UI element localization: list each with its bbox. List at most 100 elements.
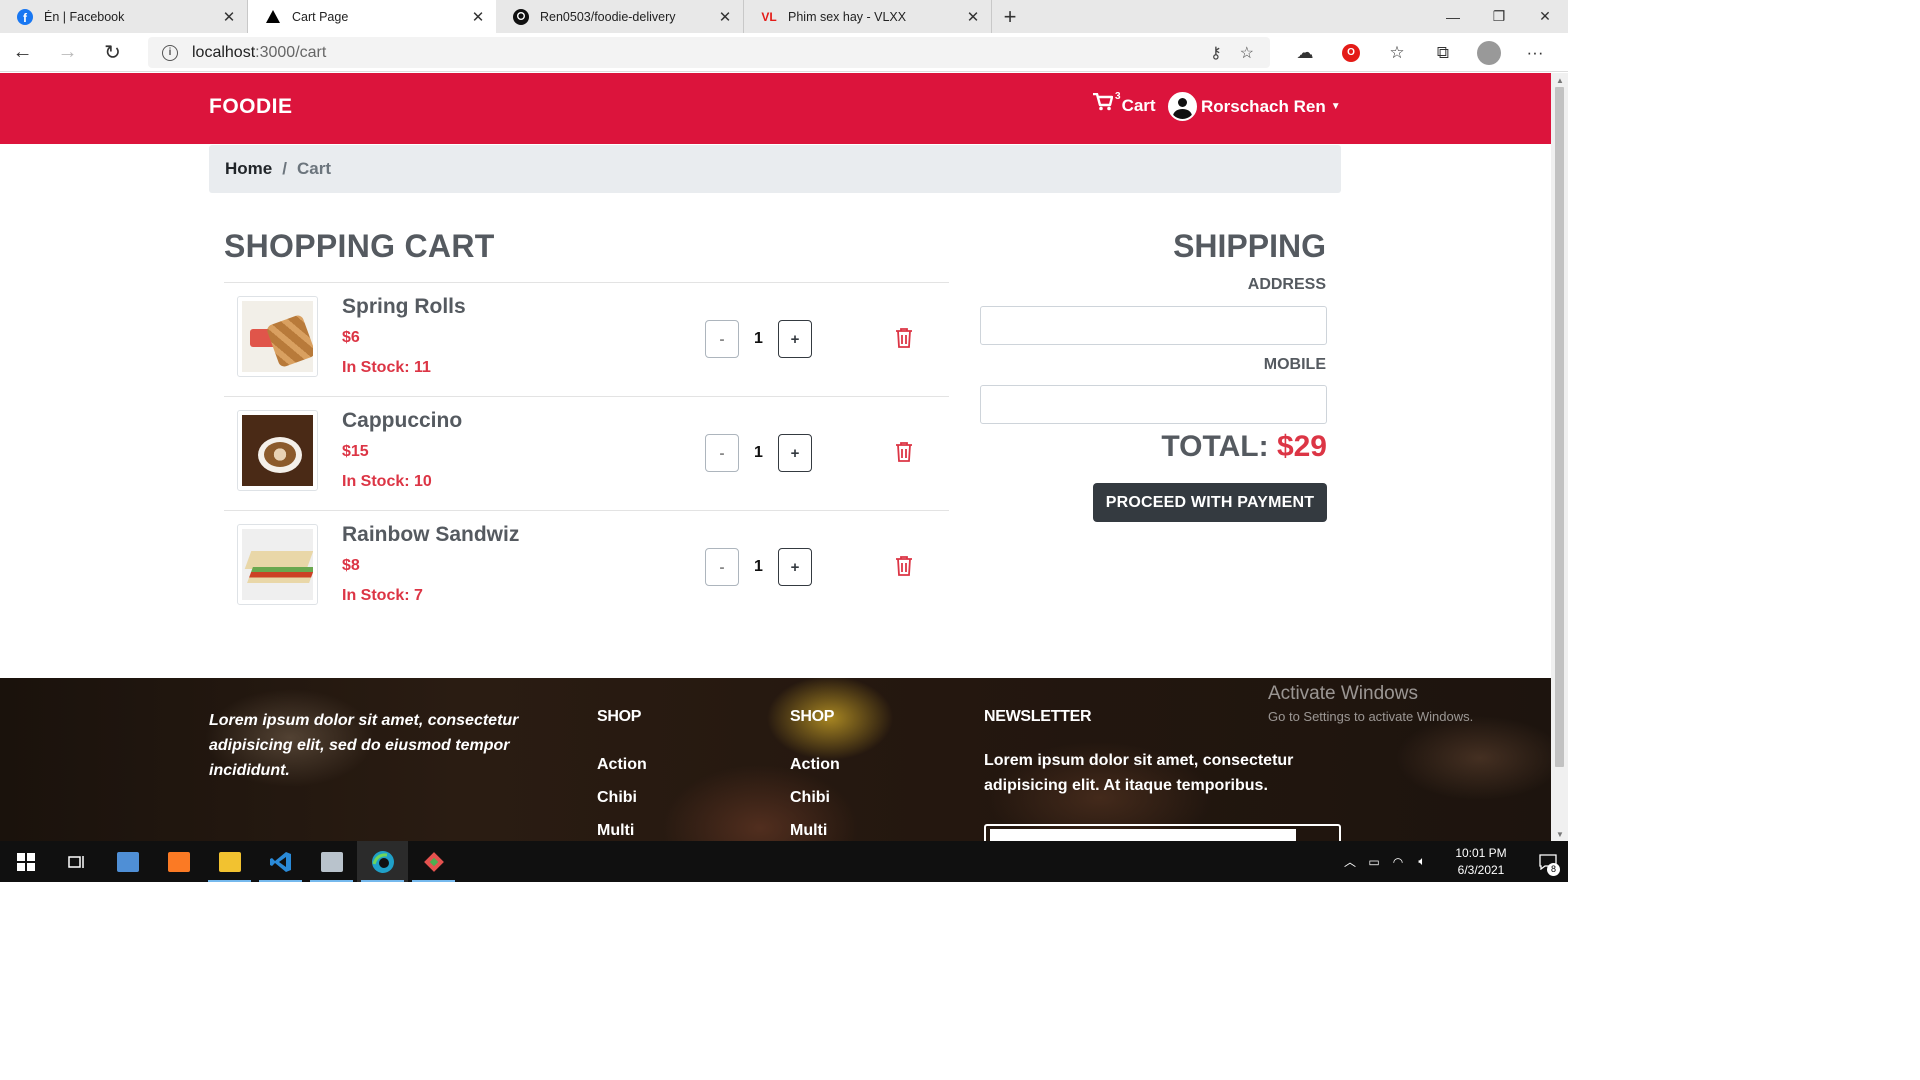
- cart-label: Cart: [1121, 96, 1156, 115]
- increase-quantity-button[interactable]: +: [778, 548, 812, 586]
- key-icon[interactable]: ⚷: [1210, 43, 1222, 63]
- footer-link-chibi[interactable]: Chibi: [790, 781, 840, 814]
- proceed-payment-button[interactable]: PROCEED WITH PAYMENT: [1093, 483, 1327, 522]
- decrease-quantity-button[interactable]: -: [705, 548, 739, 586]
- avatar: [1168, 92, 1197, 121]
- collections-icon[interactable]: ⧉: [1420, 33, 1466, 72]
- browser-tab-vlxx[interactable]: VL Phim sex hay - VLXX ✕: [744, 0, 992, 33]
- decrease-quantity-button[interactable]: -: [705, 434, 739, 472]
- page-scrollbar[interactable]: ▲ ▼: [1551, 73, 1568, 841]
- favorites-icon[interactable]: ☆: [1374, 33, 1420, 72]
- wifi-icon[interactable]: ◠: [1386, 855, 1410, 869]
- back-arrow-icon[interactable]: ←: [0, 33, 45, 72]
- new-tab-button[interactable]: +: [992, 0, 1028, 33]
- trash-icon[interactable]: [894, 441, 914, 463]
- cart-item: Rainbow Sandwiz $8 In Stock: 7 - 1 +: [224, 511, 949, 625]
- footer-link-multi[interactable]: Multi: [597, 814, 647, 841]
- footer-link-action[interactable]: Action: [597, 748, 647, 781]
- item-name[interactable]: Cappuccino: [342, 409, 462, 433]
- url-path: :3000/cart: [255, 43, 327, 61]
- close-icon[interactable]: ✕: [470, 8, 486, 26]
- cart-item: Spring Rolls $6 In Stock: 11 - 1 +: [224, 283, 949, 397]
- trash-icon[interactable]: [894, 327, 914, 349]
- forward-arrow-icon[interactable]: →: [45, 33, 90, 72]
- extension-icon[interactable]: ☁: [1282, 33, 1328, 72]
- activate-windows-watermark: Activate Windows Go to Settings to activ…: [1268, 683, 1473, 724]
- contacts-app-icon[interactable]: [102, 841, 153, 882]
- file-manager-icon[interactable]: [306, 841, 357, 882]
- user-name: Rorschach Ren: [1201, 96, 1326, 116]
- opera-extension-icon[interactable]: O: [1342, 43, 1360, 62]
- item-quantity: 1: [754, 330, 763, 347]
- footer-link-chibi[interactable]: Chibi: [597, 781, 647, 814]
- info-icon[interactable]: i: [162, 44, 178, 61]
- address-bar[interactable]: i localhost:3000/cart ⚷ ☆: [148, 37, 1270, 68]
- breadcrumb-home[interactable]: Home: [225, 159, 272, 179]
- scrollbar-thumb[interactable]: [1555, 87, 1564, 767]
- triangle-app-icon: [264, 8, 282, 26]
- more-menu-icon[interactable]: ···: [1512, 33, 1558, 72]
- chevron-up-icon[interactable]: ︿: [1338, 853, 1362, 870]
- add-favorite-icon[interactable]: ☆: [1240, 43, 1254, 63]
- file-explorer-icon[interactable]: [204, 841, 255, 882]
- xampp-icon[interactable]: [153, 841, 204, 882]
- clock-date: 6/3/2021: [1457, 862, 1505, 877]
- item-price: $8: [342, 557, 360, 574]
- scroll-down-icon[interactable]: ▼: [1556, 830, 1564, 839]
- item-stock: In Stock: 11: [342, 359, 431, 376]
- mobile-field[interactable]: [980, 385, 1327, 424]
- item-name[interactable]: Spring Rolls: [342, 295, 466, 319]
- vscode-icon[interactable]: [255, 841, 306, 882]
- close-icon[interactable]: ✕: [221, 8, 237, 26]
- address-field[interactable]: [980, 306, 1327, 345]
- browser-tab-facebook[interactable]: f Én | Facebook ✕: [0, 0, 248, 33]
- profile-avatar-icon[interactable]: [1477, 40, 1501, 65]
- decrease-quantity-button[interactable]: -: [705, 320, 739, 358]
- tab-title: Én | Facebook: [44, 9, 125, 24]
- tab-title: Phim sex hay - VLXX: [788, 9, 907, 24]
- footer-about-text: Lorem ipsum dolor sit amet, consectetur …: [209, 712, 519, 779]
- item-stock: In Stock: 7: [342, 587, 423, 604]
- windows-taskbar: ︿ ▭ ◠ 🔈︎ 10:01 PM 6/3/2021 8: [0, 841, 1568, 882]
- browser-tab-cart-page[interactable]: Cart Page ✕: [248, 0, 496, 33]
- reload-icon[interactable]: ↻: [90, 33, 135, 72]
- footer-link-multi[interactable]: Multi: [790, 814, 840, 841]
- system-clock[interactable]: 10:01 PM 6/3/2021: [1442, 845, 1520, 879]
- vl-icon: VL: [761, 9, 777, 24]
- item-price: $6: [342, 329, 360, 346]
- close-icon[interactable]: ✕: [717, 8, 733, 26]
- tab-title: Ren0503/foodie-delivery: [540, 9, 676, 24]
- url-host: localhost: [192, 43, 256, 61]
- footer-link-action[interactable]: Action: [790, 748, 840, 781]
- item-name[interactable]: Rainbow Sandwiz: [342, 523, 519, 547]
- browser-tab-github[interactable]: Ren0503/foodie-delivery ✕: [496, 0, 744, 33]
- breadcrumb: Home / Cart: [209, 145, 1341, 193]
- watermark-subtitle: Go to Settings to activate Windows.: [1268, 709, 1474, 724]
- mobile-label: MOBILE: [1263, 356, 1326, 373]
- trash-icon[interactable]: [894, 555, 914, 577]
- restore-icon[interactable]: ❐: [1476, 0, 1522, 33]
- minimize-icon[interactable]: —: [1430, 0, 1476, 33]
- close-window-icon[interactable]: ✕: [1522, 0, 1568, 33]
- browser-toolbar: ← → ↻ i localhost:3000/cart ⚷ ☆ ☁ O ☆ ⧉ …: [0, 33, 1568, 72]
- site-navbar: FOODIE 3 Cart Rorschach Ren ▼: [0, 73, 1551, 144]
- volume-icon[interactable]: 🔈︎: [1410, 854, 1434, 869]
- cart-link[interactable]: 3 Cart: [1093, 91, 1156, 117]
- windows-start-icon[interactable]: [0, 841, 51, 882]
- browser-tab-strip: f Én | Facebook ✕ Cart Page ✕ Ren0503/fo…: [0, 0, 1568, 33]
- brand-logo[interactable]: FOODIE: [209, 95, 293, 119]
- newsletter-email-input[interactable]: [990, 829, 1296, 841]
- increase-quantity-button[interactable]: +: [778, 434, 812, 472]
- task-view-icon[interactable]: [51, 841, 102, 882]
- battery-icon[interactable]: ▭: [1362, 855, 1386, 869]
- notification-center-icon[interactable]: 8: [1528, 841, 1568, 882]
- user-dropdown[interactable]: Rorschach Ren ▼: [1168, 92, 1341, 121]
- increase-quantity-button[interactable]: +: [778, 320, 812, 358]
- scroll-up-icon[interactable]: ▲: [1556, 76, 1564, 85]
- footer-column-shop: SHOP Action Chibi Multi: [597, 708, 647, 841]
- close-icon[interactable]: ✕: [965, 8, 981, 26]
- newsletter-form: [984, 824, 1341, 841]
- git-app-icon[interactable]: [408, 841, 459, 882]
- edge-browser-icon[interactable]: [357, 841, 408, 882]
- facebook-icon: f: [16, 8, 34, 26]
